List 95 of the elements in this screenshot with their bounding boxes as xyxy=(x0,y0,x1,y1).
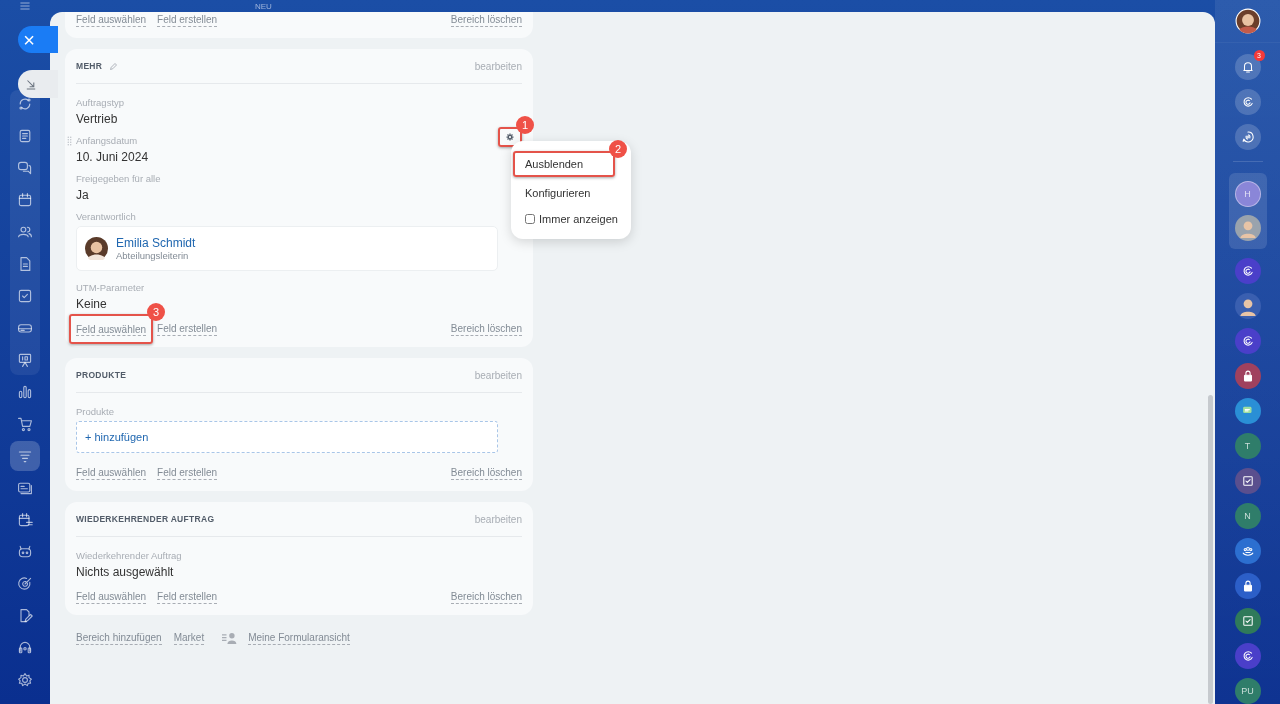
field-value: Vertrieb xyxy=(76,111,118,128)
field-value: Keine xyxy=(76,296,107,313)
footer-link[interactable]: Feld erstellen xyxy=(157,13,218,27)
swirl-button[interactable] xyxy=(1234,89,1261,115)
menu-item[interactable]: Konfigurieren xyxy=(511,183,631,203)
checkbox-icon xyxy=(1240,614,1255,628)
chat-avatar[interactable]: N xyxy=(1234,503,1261,529)
headset-icon xyxy=(17,640,33,656)
menu-item[interactable]: Immer anzeigen xyxy=(511,209,631,229)
footer-link[interactable]: Feld auswählen xyxy=(76,13,147,27)
chat-avatar[interactable]: T xyxy=(1234,433,1261,459)
edit-link[interactable]: bearbeiten xyxy=(474,369,522,381)
swirl-icon xyxy=(1240,649,1255,663)
field-value: Nichts ausgewählt xyxy=(76,564,174,581)
scrollbar[interactable] xyxy=(1208,395,1213,704)
cart-icon xyxy=(17,416,33,432)
news-icon xyxy=(17,128,33,144)
settings-icon xyxy=(17,672,33,688)
target-icon xyxy=(17,576,33,592)
callout-badge: 3 xyxy=(147,303,166,321)
contacts-icon xyxy=(17,224,33,240)
new-label: NEU xyxy=(255,2,272,11)
board-icon xyxy=(17,352,33,368)
field-value: 10. Juni 2024 xyxy=(76,149,149,166)
field-label: Anfangsdatum xyxy=(76,134,138,148)
chart-icon xyxy=(17,384,33,400)
delete-section-link[interactable]: Bereich löschen xyxy=(450,13,522,27)
chat-avatar[interactable]: PU xyxy=(1234,678,1261,704)
footer-link[interactable]: Market xyxy=(173,632,205,645)
footer-link[interactable]: Feld erstellen xyxy=(157,590,218,604)
schedule-icon xyxy=(17,512,33,528)
footer-link[interactable]: Feld auswählen xyxy=(76,590,147,604)
person-role: Abteilungsleiterin xyxy=(116,250,190,261)
swirl-icon xyxy=(1240,334,1255,348)
menu-item[interactable]: Ausblenden xyxy=(515,154,613,174)
chat-avatar[interactable] xyxy=(1234,643,1261,669)
person-name-link[interactable]: Emilia Schmidt xyxy=(116,236,196,250)
chat-avatar[interactable] xyxy=(1234,608,1261,634)
chat-avatar[interactable] xyxy=(1234,293,1261,319)
swirl-icon xyxy=(1240,95,1255,109)
delete-section-link[interactable]: Bereich löschen xyxy=(450,590,522,604)
delete-section-link[interactable]: Bereich löschen xyxy=(450,322,522,336)
chat-avatar[interactable] xyxy=(1234,398,1261,424)
footer-link[interactable]: Feld auswählen xyxy=(76,324,147,336)
footer-link[interactable]: Feld auswählen xyxy=(76,466,147,480)
chat-avatar[interactable] xyxy=(1234,328,1261,354)
close-button[interactable]: × xyxy=(18,26,58,53)
document-icon xyxy=(17,256,33,272)
bell-icon xyxy=(1240,60,1255,74)
chat-avatar[interactable] xyxy=(1234,258,1261,284)
filter-icon xyxy=(17,448,33,464)
form-view-link[interactable]: Meine Formularansicht xyxy=(248,632,350,645)
field-label: Auftragstyp xyxy=(76,96,125,110)
arrow-down-right-icon xyxy=(24,77,38,91)
add-product-button[interactable]: + hinzufügen xyxy=(76,421,498,453)
field-value: Ja xyxy=(76,187,89,204)
checkbox[interactable] xyxy=(525,214,535,224)
footer-link[interactable]: Bereich hinzufügen xyxy=(76,632,162,645)
field-label: Produkte xyxy=(76,405,115,419)
chat-avatar[interactable] xyxy=(1234,468,1261,494)
chat-avatar[interactable] xyxy=(1234,573,1261,599)
section-title: MEHR xyxy=(76,61,103,71)
cards-icon xyxy=(17,480,33,496)
field-label: Freigegeben für alle xyxy=(76,172,161,186)
nav-item[interactable] xyxy=(10,441,40,471)
checkbox-icon xyxy=(1240,474,1255,488)
task-icon xyxy=(17,288,33,304)
collapse-button[interactable] xyxy=(18,70,58,98)
settings-icon[interactable] xyxy=(505,132,515,142)
pencil-document-icon xyxy=(17,608,33,624)
edit-link[interactable]: bearbeiten xyxy=(474,60,522,72)
people-icon xyxy=(1240,544,1255,558)
section-title: PRODUKTE xyxy=(76,370,127,380)
swirl-icon xyxy=(1240,264,1255,278)
avatar-icon xyxy=(85,237,108,260)
footer-link[interactable]: Feld erstellen xyxy=(157,322,218,336)
calendar-icon xyxy=(17,192,33,208)
avatar-icon[interactable] xyxy=(1234,8,1261,34)
edit-link[interactable]: bearbeiten xyxy=(474,513,522,525)
chat-avatar[interactable]: H xyxy=(1234,181,1261,207)
robot-icon xyxy=(17,544,33,560)
field-label: Wiederkehrender Auftrag xyxy=(76,549,182,563)
callout-badge: 1 xyxy=(516,116,534,134)
drag-handle-icon[interactable] xyxy=(67,136,72,146)
callout-badge: 2 xyxy=(609,140,627,158)
footer-link[interactable]: Feld erstellen xyxy=(157,466,218,480)
chat-avatar[interactable] xyxy=(1234,363,1261,389)
field-label: Verantwortlich xyxy=(76,210,136,224)
section-title: WIEDERKEHRENDER AUFTRAG xyxy=(76,514,215,524)
chat-button[interactable] xyxy=(1234,124,1261,150)
field-label: UTM-Parameter xyxy=(76,281,145,295)
chat-icon xyxy=(17,160,33,176)
chat-avatar[interactable] xyxy=(1234,538,1261,564)
delete-section-link[interactable]: Bereich löschen xyxy=(450,466,522,480)
circle-arrows-icon xyxy=(17,96,33,112)
